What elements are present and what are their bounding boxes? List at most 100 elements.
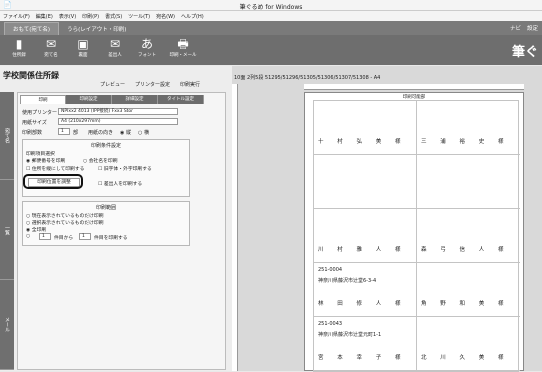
old-chars-label: 旧字体・外字印刷する [103, 167, 152, 172]
address-label[interactable] [417, 155, 520, 209]
range-to-label: 件目を印刷する [94, 236, 128, 241]
range-from-label: 件目から [54, 236, 74, 241]
dtab-advanced[interactable]: 詳細設定 [112, 95, 158, 104]
address-label[interactable]: 川 村 雅 人 様 [314, 209, 417, 263]
address-label[interactable]: 251-0043 神奈川県藤沢市辻堂元町1-1 宮 本 幸 子 様 [314, 317, 417, 371]
menu-file[interactable]: ファイル(F) [3, 13, 30, 20]
main-toolbar: ▮ 住所録 ✉ 宛て名 ▣ 裏面 ✉ 差出人 あ フォント 🖶 印刷・メール 筆… [0, 35, 542, 65]
paper-label: 用紙サイズ [22, 120, 47, 126]
addressee-name: 十 村 弘 美 様 [318, 139, 407, 145]
addressee-name: 宮 本 幸 子 様 [318, 355, 407, 361]
address-label[interactable]: 角 野 和 美 様 [417, 263, 520, 317]
preview-button[interactable]: プレビュー [100, 81, 125, 88]
printer-select[interactable]: NPIxx2 4013 (IPP接続) Fxx3 Stor [58, 108, 178, 115]
print-settings-header: 印刷条件設定 [90, 143, 121, 149]
postal-code: 251-0043 [318, 321, 343, 327]
dtab-print-settings[interactable]: 印刷設定 [66, 95, 112, 104]
tool-label: 住所録 [12, 53, 26, 58]
address-label[interactable]: 三 浦 裕 史 様 [417, 101, 520, 155]
street-address: 神奈川県藤沢市辻堂元町1-1 [318, 332, 382, 338]
vertical-tabs: 宛て名 一覧 メール [0, 92, 14, 370]
tabbar-right: ナビ 設定 [510, 24, 538, 32]
navi-button[interactable]: ナビ [510, 24, 521, 32]
tool-label: 裏面 [78, 53, 88, 58]
menu-tools[interactable]: ツール(T) [128, 13, 150, 20]
copies-label: 印刷部数 [22, 130, 43, 136]
addressee-name: 北 川 久 美 様 [421, 355, 510, 361]
radio-landscape[interactable]: ○ 横 [138, 129, 149, 136]
address-label[interactable] [314, 155, 417, 209]
addressee-name: 川 村 雅 人 様 [318, 247, 407, 253]
addressee-name: 三 浦 裕 史 様 [421, 139, 510, 145]
tool-label: 差出人 [108, 53, 122, 58]
radio-print-company[interactable]: ○ 会社名を印刷 [83, 157, 118, 164]
address-label[interactable]: 251-0004 神奈川県藤沢市辻堂6-3-4 林 田 修 人 様 [314, 263, 417, 317]
print-company-label: 会社名を印刷 [88, 159, 118, 164]
paper-select[interactable]: A4 (210x297mm) [58, 118, 178, 125]
vtab-addressee[interactable]: 宛て名 [0, 92, 14, 180]
landscape-label: 横 [143, 130, 149, 136]
tool-label: 宛て名 [44, 53, 58, 58]
radio-portrait[interactable]: ◉ 縦 [120, 129, 131, 136]
dtab-print[interactable]: 印刷 [20, 95, 66, 104]
left-panel: 学校関係住所録 プレビュー プリンター設定 印刷実行 宛て名 一覧 メール 印刷… [0, 66, 232, 371]
address-book-title: 学校関係住所録 [3, 71, 59, 80]
address-label[interactable]: 北 川 久 美 様 [417, 317, 520, 371]
addressee-name: 森 弓 信 人 様 [421, 247, 510, 253]
label-preview-panel: 10面 2列5段 51295/51296/51305/51306/51307/5… [232, 66, 542, 372]
mode-tab-bar: おもて(宛て名) うら(レイアウト・印刷) ナビ 設定 [0, 21, 542, 35]
addressee-name: 角 野 和 美 様 [421, 301, 510, 307]
menu-address[interactable]: 宛名(W) [156, 13, 175, 20]
settings-button[interactable]: 設定 [527, 24, 538, 32]
printer-settings-button[interactable]: プリンター設定 [135, 81, 170, 88]
menu-bar: ファイル(F) 編集(E) 表示(V) 印刷(P) 書式(S) ツール(T) 宛… [0, 11, 542, 21]
font-tool[interactable]: あ フォント [134, 37, 160, 63]
vtab-mail[interactable]: メール [0, 280, 14, 370]
address-label[interactable]: 森 弓 信 人 様 [417, 209, 520, 263]
dialog-tabs: 印刷 印刷設定 詳細設定 タイトル設定 [20, 95, 204, 104]
address-book-tool[interactable]: ▮ 住所録 [6, 37, 32, 63]
menu-edit[interactable]: 編集(E) [36, 13, 53, 20]
range-from-input[interactable]: 1 [39, 233, 51, 240]
print-mail-tool[interactable]: 🖶 印刷・メール [166, 37, 200, 63]
addressee-name: 林 田 修 人 様 [318, 301, 407, 307]
print-items-sub: 印刷項目選択 [26, 152, 55, 157]
check-vertical-address[interactable]: ☐ 住所を縦にして印刷する [26, 165, 84, 172]
back-side-tool[interactable]: ▣ 裏面 [70, 37, 96, 63]
tool-label: フォント [138, 53, 156, 58]
orientation-label: 用紙の向き [88, 130, 114, 136]
menu-view[interactable]: 表示(V) [59, 13, 76, 20]
radio-print-zip[interactable]: ◉ 郵便番号を印刷 [26, 157, 65, 164]
postal-code: 251-0004 [318, 267, 343, 273]
label-grid: 十 村 弘 美 様 三 浦 裕 史 様川 村 雅 人 様 森 弓 信 人 様 251-… [313, 100, 520, 372]
envelope-icon: ✉ [45, 37, 57, 51]
page-info: 10面 2列5段 51295/51296/51305/51306/51307/5… [234, 75, 381, 81]
menu-help[interactable]: ヘルプ(H) [181, 13, 204, 20]
window-title: 筆ぐるめ for Windows [239, 4, 303, 11]
tool-label: 印刷・メール [169, 53, 197, 58]
check-print-sender[interactable]: ☐ 差出人を印刷する [98, 180, 142, 187]
dtab-title-settings[interactable]: タイトル設定 [158, 95, 204, 104]
check-old-chars[interactable]: ☐ 旧字体・外字印刷する [98, 165, 152, 172]
radio-print-selected[interactable]: ○ 選択表示されているものだけ印刷 [26, 219, 104, 226]
menu-format[interactable]: 書式(S) [105, 13, 122, 20]
font-icon: あ [140, 37, 153, 51]
radio-print-range[interactable]: ○ [26, 234, 30, 239]
range-to-input[interactable]: 1 [79, 233, 91, 240]
print-dialog: 印刷 印刷設定 詳細設定 タイトル設定 使用プリンター NPIxx2 4013 … [17, 92, 226, 370]
vertical-ruler [232, 84, 238, 371]
addressee-tool[interactable]: ✉ 宛て名 [38, 37, 64, 63]
menu-print[interactable]: 印刷(P) [82, 13, 99, 20]
tab-front[interactable]: おもて(宛て名) [4, 22, 60, 35]
radio-print-current[interactable]: ○ 現在表示されているものだけ印刷 [26, 212, 104, 219]
print-run-button[interactable]: 印刷実行 [180, 81, 200, 88]
vtab-list[interactable]: 一覧 [0, 180, 14, 280]
highlight-ring [23, 174, 83, 189]
tab-back[interactable]: うら(レイアウト・印刷) [59, 23, 134, 35]
print-sender-label: 差出人を印刷する [103, 182, 143, 187]
address-label[interactable]: 十 村 弘 美 様 [314, 101, 417, 155]
radio-print-all[interactable]: ◉ 全印刷 [26, 226, 46, 233]
street-address: 神奈川県藤沢市辻堂6-3-4 [318, 278, 377, 284]
sender-tool[interactable]: ✉ 差出人 [102, 37, 128, 63]
copies-input[interactable]: 1 [58, 128, 70, 135]
